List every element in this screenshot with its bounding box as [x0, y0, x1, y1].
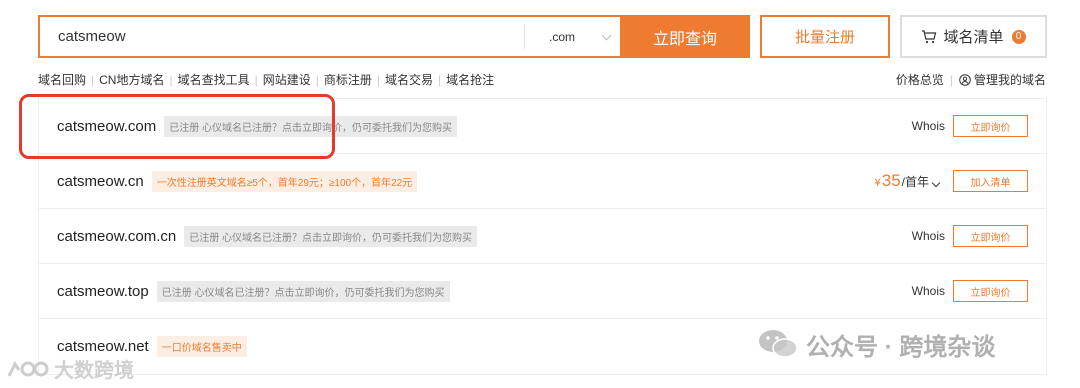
divider: | [438, 72, 442, 87]
price-overview-link[interactable]: 价格总览 [896, 71, 944, 88]
watermark-left-text: 大数跨境 [54, 360, 134, 382]
whois-link[interactable]: Whois [912, 229, 945, 243]
price-selector[interactable]: ¥ 35 /首年 [875, 171, 945, 191]
fixed-price-badge: 一口价域名售卖中 [156, 336, 247, 357]
highlight-box [19, 94, 335, 159]
inquire-button[interactable]: 立即询价 [953, 280, 1028, 302]
status-badge: 已注册 心仪域名已注册？点击立即询价，仍可委托我们为您购买 [156, 280, 450, 302]
row-actions: Whois 立即询价 [912, 99, 1028, 153]
sub-navigation: 域名回购 | CN地方域名 | 域名查找工具 | 网站建设 | 商标注册 | 域… [38, 71, 494, 88]
subnav-link-website-building[interactable]: 网站建设 [263, 71, 311, 88]
price-value: 35 [881, 171, 901, 190]
tld-select[interactable]: .com [524, 24, 620, 49]
logo-icon [7, 360, 49, 377]
divider: | [169, 72, 173, 87]
domain-name: catsmeow.cn [57, 172, 144, 190]
subnav-link-domain-trading[interactable]: 域名交易 [385, 71, 433, 88]
row-actions: Whois 立即询价 [912, 209, 1028, 263]
tld-select-value: .com [549, 29, 576, 44]
watermark-right: 公众号 · 跨境杂谈 [756, 326, 995, 362]
search-bar: .com 立即查询 [38, 15, 750, 58]
divider: | [949, 72, 953, 87]
divider: | [315, 72, 319, 87]
manage-domains-label: 管理我的域名 [973, 73, 1046, 87]
domain-name: catsmeow.top [57, 282, 149, 300]
bulk-register-button[interactable]: 批量注册 [760, 15, 890, 58]
user-icon [959, 73, 971, 86]
subnav-link-cn-regional[interactable]: CN地方域名 [99, 71, 164, 88]
search-input[interactable] [40, 17, 524, 56]
subnav-link-domain-backorder[interactable]: 域名抢注 [446, 71, 494, 88]
inquire-button[interactable]: 立即询价 [953, 115, 1028, 137]
subnav-link-domain-tools[interactable]: 域名查找工具 [178, 71, 250, 88]
list-item: catsmeow.top 已注册 心仪域名已注册？点击立即询价，仍可委托我们为您… [39, 264, 1046, 319]
watermark-left: 大数跨境 [6, 354, 134, 383]
right-navigation: 价格总览 | 管理我的域名 [896, 71, 1046, 88]
subnav-link-domain-buyback[interactable]: 域名回购 [38, 71, 86, 88]
whois-link[interactable]: Whois [912, 284, 945, 298]
divider: | [91, 72, 95, 87]
divider: | [254, 72, 258, 87]
cart-count-badge: 0 [1011, 29, 1026, 44]
manage-domains-link[interactable]: 管理我的域名 [959, 71, 1046, 88]
cart-label: 域名清单 [943, 29, 1004, 46]
status-badge: 已注册 心仪域名已注册？点击立即询价，仍可委托我们为您购买 [184, 225, 477, 247]
domain-cart-button[interactable]: 域名清单 0 [900, 15, 1047, 58]
price-currency: ¥ [874, 177, 881, 189]
cart-icon [922, 29, 937, 43]
add-to-cart-button[interactable]: 加入清单 [953, 170, 1028, 192]
list-item: catsmeow.cn 一次性注册英文域名≥5个，首年29元；≥100个，首年2… [39, 154, 1046, 209]
chevron-down-icon [601, 30, 612, 41]
search-button[interactable]: 立即查询 [620, 15, 750, 58]
inquire-button[interactable]: 立即询价 [953, 225, 1028, 247]
promo-badge: 一次性注册英文域名≥5个，首年29元；≥100个，首年22元 [151, 170, 418, 192]
list-item: catsmeow.com.cn 已注册 心仪域名已注册？点击立即询价，仍可委托我… [39, 209, 1046, 264]
price-unit: /首年 [901, 175, 929, 189]
divider: | [376, 72, 381, 87]
domain-name: catsmeow.net [57, 338, 149, 355]
wechat-icon [759, 330, 798, 358]
subnav-link-trademark[interactable]: 商标注册 [324, 71, 372, 88]
row-actions: Whois 立即询价 [912, 264, 1028, 318]
watermark-right-text: 公众号 · 跨境杂谈 [806, 333, 996, 361]
chevron-down-icon [931, 178, 941, 188]
whois-link[interactable]: Whois [912, 119, 945, 133]
domain-name: catsmeow.com.cn [57, 227, 177, 245]
row-actions: ¥ 35 /首年 加入清单 [875, 154, 1028, 208]
